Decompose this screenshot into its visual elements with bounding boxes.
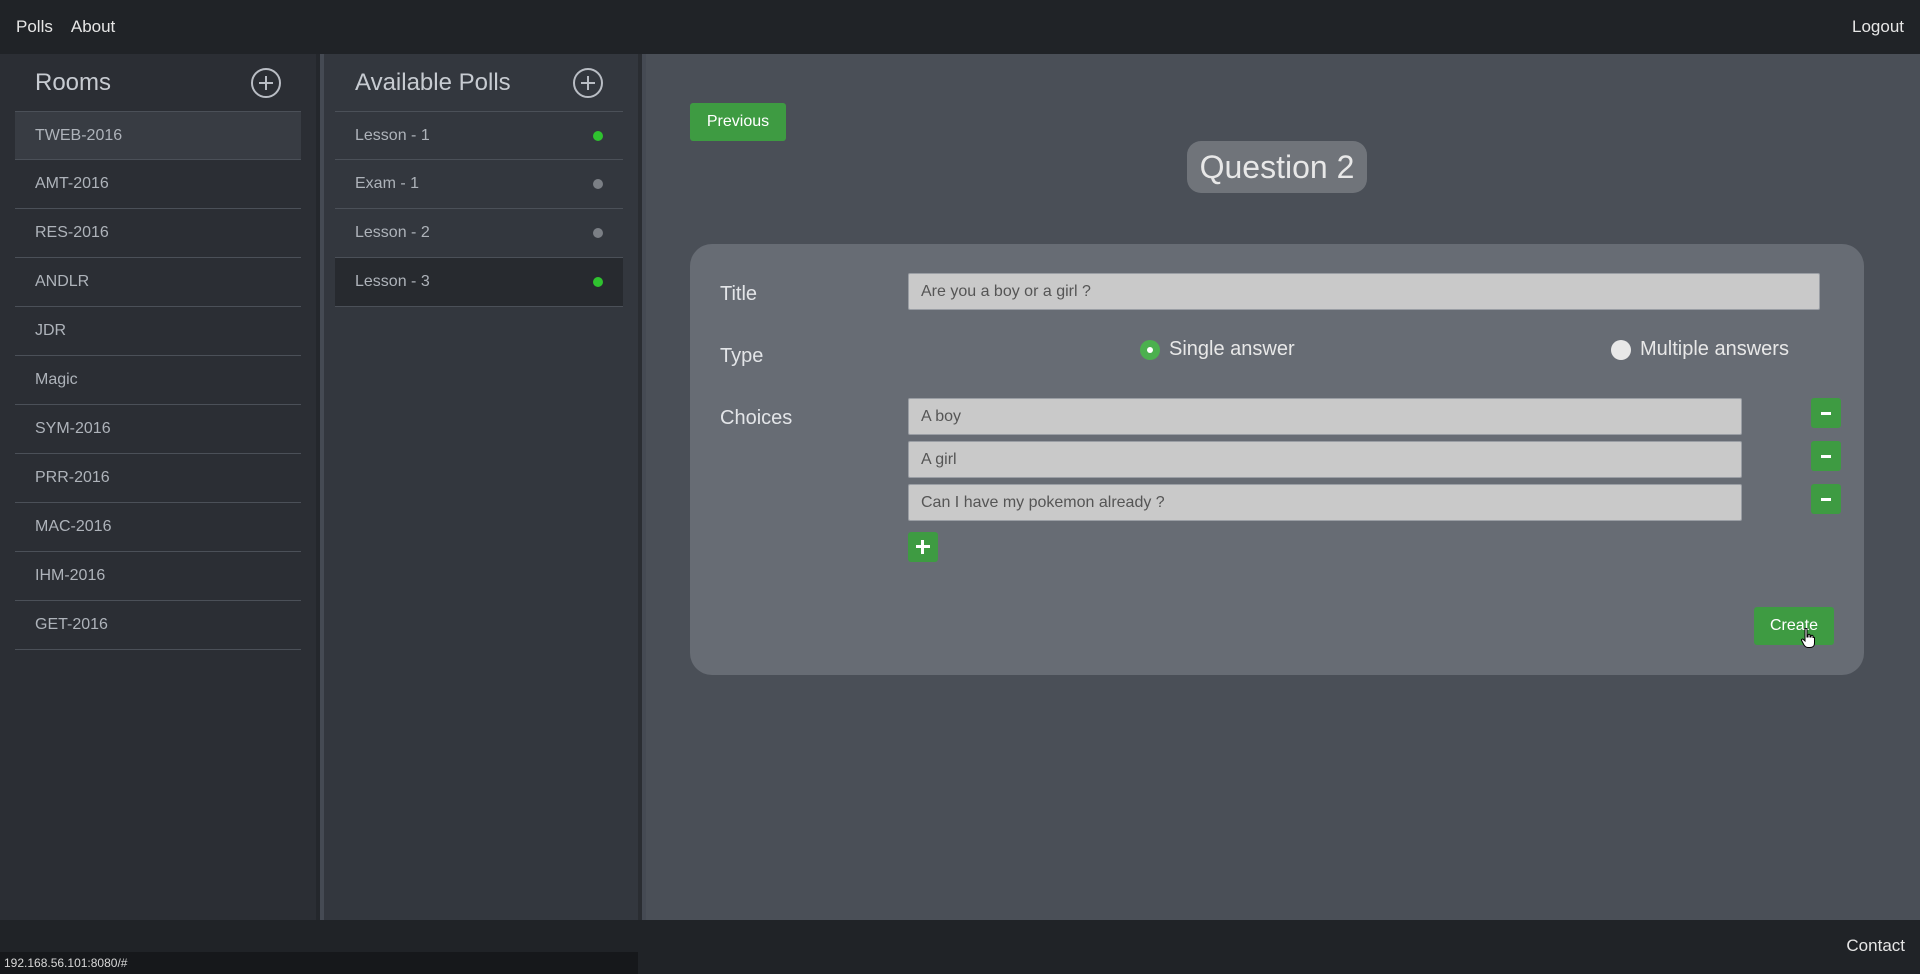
room-item[interactable]: GET-2016 bbox=[15, 601, 301, 650]
room-label: IHM-2016 bbox=[35, 567, 106, 584]
poll-item[interactable]: Lesson - 1 bbox=[335, 111, 623, 160]
rooms-header: Rooms bbox=[15, 54, 301, 111]
footer: 192.168.56.101:8080/# Contact bbox=[0, 920, 1920, 974]
poll-item[interactable]: Lesson - 2 bbox=[335, 209, 623, 258]
title-input[interactable]: Are you a boy or a girl ? bbox=[908, 273, 1820, 310]
rooms-sidebar: Rooms TWEB-2016 AMT-2016 RES-2016 ANDLR … bbox=[0, 54, 320, 920]
radio-label: Multiple answers bbox=[1640, 338, 1789, 360]
radio-single-answer[interactable]: Single answer bbox=[1140, 338, 1295, 361]
room-label: RES-2016 bbox=[35, 224, 109, 241]
room-label: AMT-2016 bbox=[35, 175, 109, 192]
radio-label: Single answer bbox=[1169, 338, 1295, 360]
poll-label: Lesson - 3 bbox=[355, 273, 430, 290]
room-label: PRR-2016 bbox=[35, 469, 110, 486]
room-item[interactable]: ANDLR bbox=[15, 258, 301, 307]
remove-choice-button[interactable] bbox=[1811, 484, 1841, 514]
status-url-bar: 192.168.56.101:8080/# bbox=[0, 952, 638, 974]
rooms-title: Rooms bbox=[35, 68, 112, 96]
previous-button[interactable]: Previous bbox=[690, 103, 786, 141]
nav-link-polls[interactable]: Polls bbox=[16, 17, 53, 37]
poll-item[interactable]: Lesson - 3 bbox=[335, 258, 623, 307]
question-form-card: Title Are you a boy or a girl ? Type Sin… bbox=[690, 244, 1864, 675]
room-label: MAC-2016 bbox=[35, 518, 112, 535]
room-item[interactable]: JDR bbox=[15, 307, 301, 356]
logout-link[interactable]: Logout bbox=[1852, 17, 1904, 37]
radio-checked-icon[interactable] bbox=[1140, 339, 1160, 360]
add-room-icon[interactable] bbox=[251, 67, 281, 98]
status-dot-icon bbox=[593, 130, 603, 141]
title-label: Title bbox=[720, 283, 758, 305]
polls-panel: Available Polls Lesson - 1 Exam - 1 Less… bbox=[324, 54, 642, 920]
radio-unchecked-icon[interactable] bbox=[1611, 339, 1631, 360]
question-badge: Question 2 bbox=[1187, 141, 1367, 193]
radio-multiple-answers[interactable]: Multiple answers bbox=[1611, 338, 1789, 361]
rooms-list: TWEB-2016 AMT-2016 RES-2016 ANDLR JDR Ma… bbox=[15, 111, 301, 650]
room-label: TWEB-2016 bbox=[35, 126, 123, 144]
status-dot-icon bbox=[593, 228, 603, 238]
room-item[interactable]: IHM-2016 bbox=[15, 552, 301, 601]
main-content: Previous Question 2 Title Are you a boy … bbox=[646, 54, 1920, 920]
choice-input[interactable]: Can I have my pokemon already ? bbox=[908, 484, 1742, 521]
choice-input[interactable]: A boy bbox=[908, 398, 1742, 435]
room-label: Magic bbox=[35, 371, 78, 388]
add-poll-icon[interactable] bbox=[573, 67, 603, 98]
choices-label: Choices bbox=[720, 407, 793, 429]
poll-item[interactable]: Exam - 1 bbox=[335, 160, 623, 209]
room-item[interactable]: AMT-2016 bbox=[15, 160, 301, 209]
room-item[interactable]: TWEB-2016 bbox=[15, 111, 301, 160]
hand-cursor-icon bbox=[1801, 628, 1815, 648]
room-label: JDR bbox=[35, 322, 67, 339]
room-label: ANDLR bbox=[35, 273, 90, 290]
poll-label: Lesson - 2 bbox=[355, 224, 430, 241]
choice-input[interactable]: A girl bbox=[908, 441, 1742, 478]
status-dot-icon bbox=[593, 277, 603, 287]
polls-title: Available Polls bbox=[355, 68, 511, 96]
top-navbar: Polls About Logout bbox=[0, 0, 1920, 54]
room-item[interactable]: PRR-2016 bbox=[15, 454, 301, 503]
room-item[interactable]: Magic bbox=[15, 356, 301, 405]
polls-header: Available Polls bbox=[335, 54, 623, 111]
polls-list: Lesson - 1 Exam - 1 Lesson - 2 Lesson - … bbox=[335, 111, 623, 307]
room-item[interactable]: SYM-2016 bbox=[15, 405, 301, 454]
room-label: GET-2016 bbox=[35, 616, 108, 633]
add-choice-button[interactable] bbox=[908, 532, 938, 562]
remove-choice-button[interactable] bbox=[1811, 441, 1841, 471]
nav-link-about[interactable]: About bbox=[71, 17, 115, 37]
remove-choice-button[interactable] bbox=[1811, 398, 1841, 428]
contact-link[interactable]: Contact bbox=[1846, 936, 1905, 956]
room-label: SYM-2016 bbox=[35, 420, 111, 437]
room-item[interactable]: RES-2016 bbox=[15, 209, 301, 258]
create-button[interactable]: Create bbox=[1754, 607, 1834, 645]
status-dot-icon bbox=[593, 179, 603, 189]
poll-label: Lesson - 1 bbox=[355, 126, 430, 144]
type-label: Type bbox=[720, 345, 764, 367]
room-item[interactable]: MAC-2016 bbox=[15, 503, 301, 552]
poll-label: Exam - 1 bbox=[355, 175, 420, 192]
